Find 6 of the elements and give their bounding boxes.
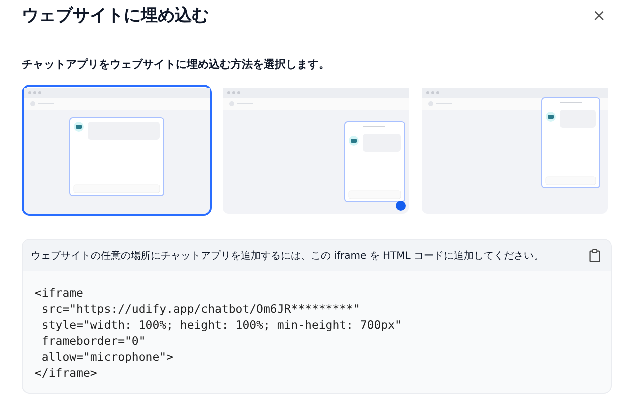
dialog-title: ウェブサイトに埋め込む [22,4,209,26]
subtitle: チャットアプリをウェブサイトに埋め込む方法を選択します。 [22,57,331,72]
clipboard-icon[interactable] [589,248,601,262]
code-snippet: <iframe src="https://udify.app/chatbot/Om6JR*********" style="width: 100%; height: 100%; min-height: 700px" frameborder="0" allow="microphone"> </iframe> [34,285,403,382]
instruction-text: ウェブサイトの任意の場所にチャットアプリを追加するには、この iframe を HTML コードに追加してください。 [31,250,544,262]
close-button[interactable]: × [588,6,610,24]
